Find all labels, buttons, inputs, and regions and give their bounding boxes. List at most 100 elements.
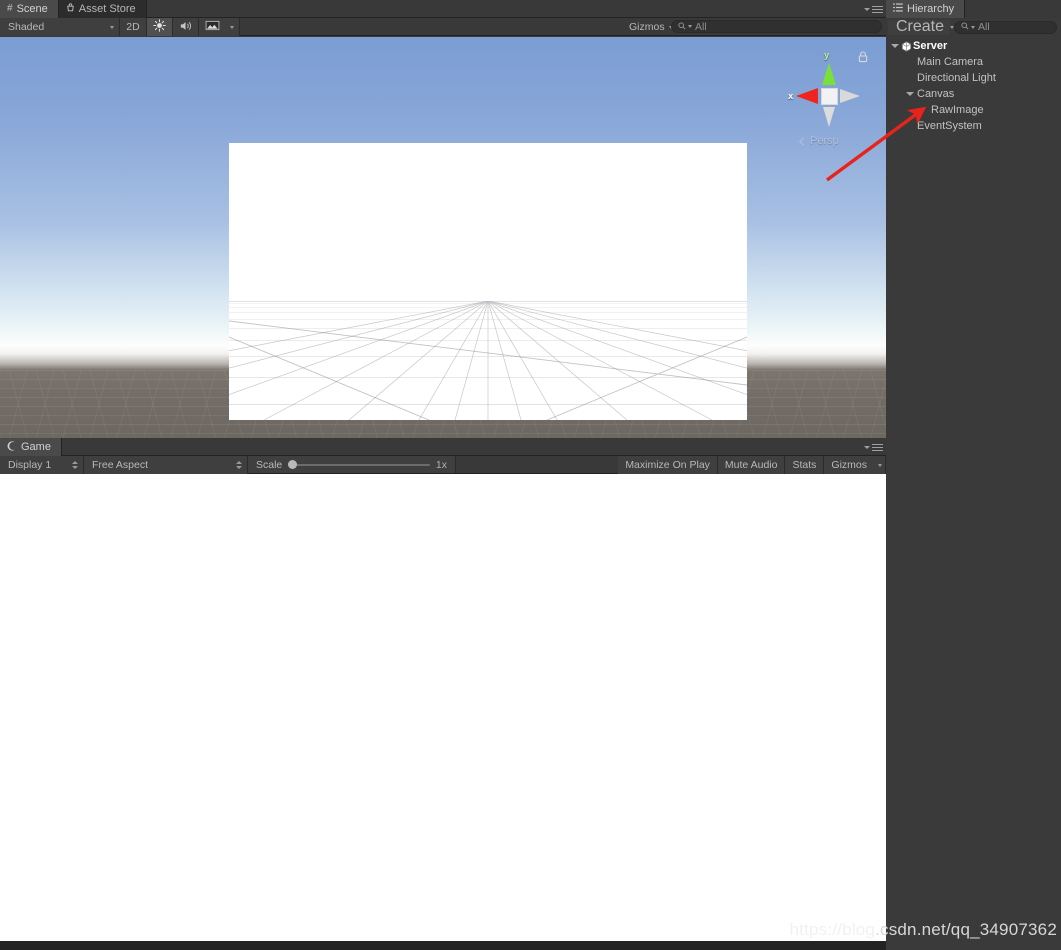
game-gizmos-button[interactable]: Gizmos	[824, 456, 874, 474]
scene-search-input[interactable]: All	[671, 20, 882, 33]
toggle-2d-button[interactable]: 2D	[120, 18, 147, 36]
display-label: Display 1	[8, 459, 51, 471]
maximize-on-play-button[interactable]: Maximize On Play	[618, 456, 718, 474]
hierarchy-tree: Server Main Camera Directional Light Can…	[886, 37, 1061, 950]
tab-game[interactable]: Game	[0, 438, 62, 456]
speaker-icon	[179, 20, 193, 35]
game-panel-menu-button[interactable]	[863, 441, 883, 453]
scene-gizmos-dropdown[interactable]: Gizmos	[621, 18, 671, 36]
unity-scene-icon	[900, 41, 913, 52]
scene-viewport[interactable]: y x Persp	[0, 37, 886, 438]
hierarchy-list-icon	[893, 3, 903, 15]
scene-lighting-toggle[interactable]	[147, 18, 173, 36]
scale-value: 1x	[436, 459, 447, 471]
scene-panel-menu-button[interactable]	[863, 3, 883, 15]
hamburger-icon	[872, 6, 883, 13]
mute-audio-label: Mute Audio	[725, 459, 778, 471]
toggle-2d-label: 2D	[126, 21, 139, 33]
gizmo-axis-y-cone[interactable]	[822, 63, 836, 85]
gizmo-projection-toggle[interactable]: Persp	[798, 135, 839, 147]
shading-mode-dropdown[interactable]: Shaded	[0, 18, 120, 36]
hierarchy-item-server[interactable]: Server	[886, 38, 1061, 54]
scale-slider[interactable]	[288, 460, 430, 470]
game-gizmos-dropdown[interactable]	[874, 456, 886, 474]
twisty-expanded-icon[interactable]	[890, 44, 900, 48]
scene-effects-dropdown[interactable]	[225, 18, 240, 36]
search-icon	[678, 22, 686, 32]
create-label: Create	[896, 18, 944, 36]
scale-slider-group[interactable]: Scale 1x	[248, 456, 456, 473]
grid-hash-icon: #	[7, 4, 13, 14]
hierarchy-item-canvas[interactable]: Canvas	[886, 86, 1061, 102]
rawimage-render-canvas[interactable]	[229, 143, 747, 420]
hierarchy-toolbar: Create All	[886, 18, 1061, 36]
hierarchy-item-label: RawImage	[931, 104, 984, 116]
search-icon	[961, 22, 969, 32]
unity-editor-window: # Scene Asset Store Shaded 2D	[0, 0, 1061, 950]
gizmo-center-cube[interactable]	[821, 88, 838, 105]
scene-view-panel: # Scene Asset Store Shaded 2D	[0, 0, 886, 438]
chevron-down-icon	[864, 446, 870, 449]
display-dropdown[interactable]: Display 1	[0, 456, 84, 474]
hierarchy-search-input[interactable]: All	[954, 21, 1057, 34]
hierarchy-item-label: Directional Light	[917, 72, 996, 84]
stats-label: Stats	[792, 459, 816, 471]
maximize-on-play-label: Maximize On Play	[625, 459, 710, 471]
hierarchy-item-rawimage[interactable]: RawImage	[886, 102, 1061, 118]
lock-icon[interactable]	[858, 50, 868, 62]
scale-slider-handle[interactable]	[288, 460, 297, 469]
shop-bag-icon	[66, 3, 75, 15]
gizmo-projection-label: Persp	[810, 135, 839, 147]
gizmo-axis-negy-cone[interactable]	[823, 107, 835, 127]
chevron-down-icon	[971, 26, 975, 29]
hierarchy-item-label: EventSystem	[917, 120, 982, 132]
game-toolbar: Display 1 Free Aspect Scale 1x Maximize …	[0, 456, 886, 474]
scale-label: Scale	[256, 459, 282, 471]
updown-arrows-icon	[236, 461, 242, 469]
tab-asset-store-label: Asset Store	[79, 3, 136, 15]
twisty-expanded-icon[interactable]	[905, 92, 915, 96]
tab-hierarchy-label: Hierarchy	[907, 3, 954, 15]
mute-audio-button[interactable]: Mute Audio	[718, 456, 786, 474]
hamburger-icon	[872, 444, 883, 451]
hierarchy-item-label: Canvas	[917, 88, 954, 100]
hierarchy-item-directional-light[interactable]: Directional Light	[886, 70, 1061, 86]
chevron-down-icon	[230, 26, 234, 29]
watermark-text: https://blog.csdn.net/qq_34907362	[790, 920, 1058, 940]
hierarchy-panel: Hierarchy Create All Serve	[886, 0, 1061, 950]
hierarchy-item-label: Main Camera	[917, 56, 983, 68]
gizmo-axis-y-label: y	[824, 50, 829, 61]
hierarchy-tab-strip: Hierarchy	[886, 0, 1061, 18]
aspect-dropdown[interactable]: Free Aspect	[84, 456, 248, 474]
scene-effects-button[interactable]	[199, 18, 225, 36]
scene-view-gizmo[interactable]: y x Persp	[788, 47, 868, 152]
gamepad-icon	[7, 441, 17, 454]
hierarchy-item-eventsystem[interactable]: EventSystem	[886, 118, 1061, 134]
chevron-left-icon	[798, 137, 807, 146]
scene-search-value: All	[695, 21, 707, 33]
scene-gizmos-label: Gizmos	[629, 21, 665, 33]
scene-toolbar: Shaded 2D	[0, 18, 886, 36]
scene-tab-strip: # Scene Asset Store	[0, 0, 886, 18]
tab-hierarchy[interactable]: Hierarchy	[886, 0, 965, 18]
gizmo-axis-z-cone[interactable]	[840, 89, 860, 103]
tab-asset-store[interactable]: Asset Store	[59, 0, 147, 18]
chevron-down-icon	[878, 464, 882, 467]
chevron-down-icon	[864, 8, 870, 11]
tab-game-label: Game	[21, 441, 51, 453]
game-view-bottom-bar	[0, 941, 886, 950]
scene-audio-toggle[interactable]	[173, 18, 199, 36]
stats-button[interactable]: Stats	[785, 456, 824, 474]
sun-icon	[153, 19, 166, 35]
game-gizmos-label: Gizmos	[831, 459, 867, 471]
game-viewport[interactable]	[0, 474, 886, 941]
image-effects-icon	[205, 20, 220, 34]
game-view-panel: Game Display 1 Free Aspect Scale	[0, 438, 886, 950]
gizmo-axis-x-cone[interactable]	[796, 88, 818, 104]
hierarchy-item-main-camera[interactable]: Main Camera	[886, 54, 1061, 70]
tab-scene[interactable]: # Scene	[0, 0, 59, 18]
aspect-label: Free Aspect	[92, 459, 148, 471]
chevron-down-icon	[110, 26, 114, 29]
create-button[interactable]: Create	[888, 20, 950, 35]
watermark-bright: .csdn.net/qq_34907362	[875, 920, 1057, 939]
